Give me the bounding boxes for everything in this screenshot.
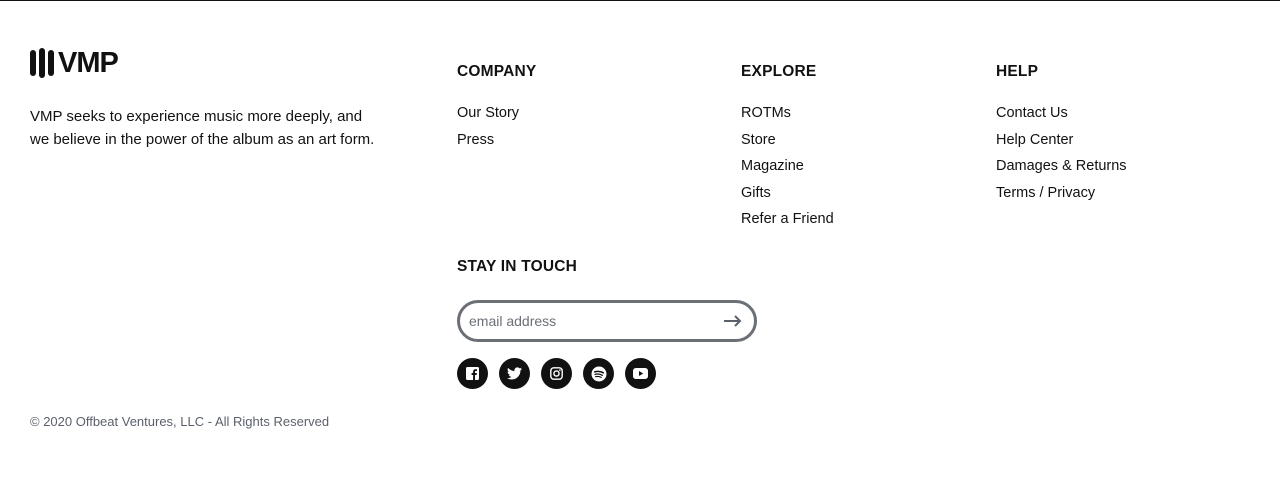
brand-tagline: VMP seeks to experience music more deepl… [30,108,375,148]
email-input[interactable] [469,313,722,329]
footer-link-terms-privacy[interactable]: Terms / Privacy [996,180,1127,207]
spotify-icon[interactable] [583,358,614,389]
footer-link-magazine[interactable]: Magazine [741,153,834,180]
youtube-icon[interactable] [625,358,656,389]
twitter-icon[interactable] [499,358,530,389]
newsletter-form [457,300,757,342]
footer-link-press[interactable]: Press [457,127,536,154]
footer-link-store[interactable]: Store [741,127,834,154]
footer-link-contact-us[interactable]: Contact Us [996,100,1127,127]
explore-heading: EXPLORE [741,63,817,80]
footer-link-damages-returns[interactable]: Damages & Returns [996,153,1127,180]
arrow-right-icon[interactable] [722,313,744,329]
help-column: HELP Contact Us Help Center Damages & Re… [996,63,1127,206]
logo-bars-icon [30,48,54,78]
company-column: COMPANY Our Story Press [457,63,536,153]
site-footer: VMP VMP seeks to experience music more d… [0,0,1280,479]
footer-link-refer-a-friend[interactable]: Refer a Friend [741,206,834,233]
logo-wordmark: VMP [58,47,119,79]
help-heading: HELP [996,63,1039,80]
instagram-icon[interactable] [541,358,572,389]
facebook-icon[interactable] [457,358,488,389]
footer-link-help-center[interactable]: Help Center [996,127,1127,154]
copyright-text: © 2020 Offbeat Ventures, LLC - All Right… [30,414,330,429]
explore-column: EXPLORE ROTMs Store Magazine Gifts Refer… [741,63,834,233]
footer-link-gifts[interactable]: Gifts [741,180,834,207]
social-links [457,358,757,389]
brand-block: VMP VMP seeks to experience music more d… [30,48,410,151]
footer-link-our-story[interactable]: Our Story [457,100,536,127]
newsletter-heading: STAY IN TOUCH [457,258,578,275]
company-heading: COMPANY [457,63,537,80]
vmp-logo[interactable]: VMP [30,48,410,78]
footer-link-rotms[interactable]: ROTMs [741,100,834,127]
newsletter-block: STAY IN TOUCH [457,258,757,389]
